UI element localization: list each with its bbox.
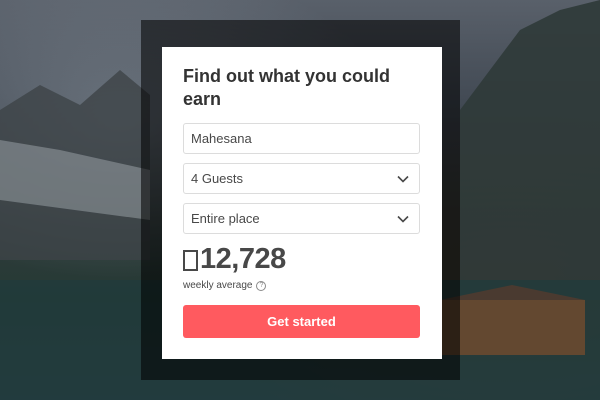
get-started-button[interactable]: Get started <box>183 305 420 338</box>
card-title: Find out what you could earn <box>183 66 390 109</box>
guests-value: 4 Guests <box>191 171 244 186</box>
earnings-estimate: 12,728 <box>183 242 420 276</box>
location-value: Mahesana <box>191 131 252 146</box>
location-input[interactable]: Mahesana <box>183 123 420 154</box>
guests-select[interactable]: 4 Guests <box>183 163 420 194</box>
earnings-caption: weekly average <box>183 280 253 291</box>
place-type-select[interactable]: Entire place <box>183 203 420 234</box>
chevron-down-icon <box>397 175 409 183</box>
earnings-amount: 12,728 <box>200 242 286 275</box>
earnings-card: Find out what you could earn Mahesana 4 … <box>162 47 442 359</box>
help-icon[interactable]: ? <box>256 280 267 291</box>
currency-glyph-icon <box>183 249 198 271</box>
chevron-down-icon <box>397 215 409 223</box>
earnings-caption-row: weekly average ? <box>183 280 420 291</box>
place-type-value: Entire place <box>191 211 260 226</box>
